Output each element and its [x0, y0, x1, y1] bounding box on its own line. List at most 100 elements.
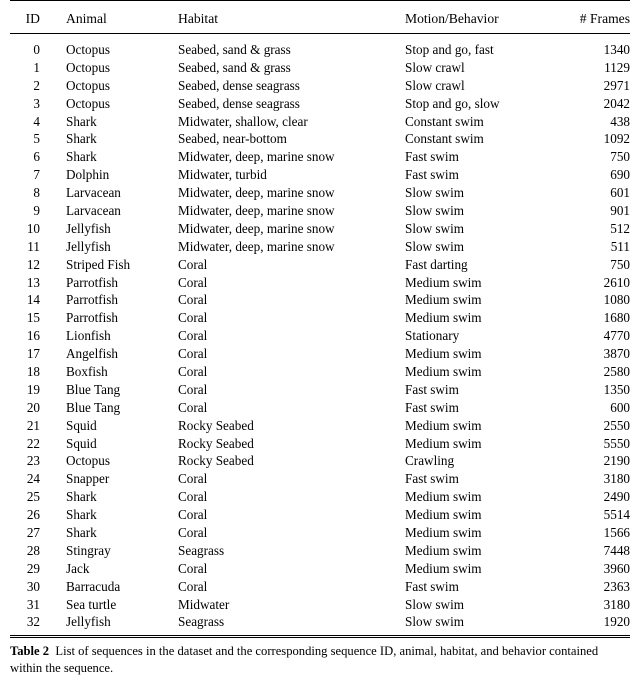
cell-habitat: Coral: [178, 471, 208, 487]
cell-frames: 3960: [603, 560, 630, 576]
cell-id: 17: [26, 346, 40, 362]
cell-habitat: Coral: [178, 328, 208, 344]
cell-gap: [40, 202, 66, 220]
cell-animal: Parrotfish: [66, 310, 119, 326]
cell-habitat: Rocky Seabed: [178, 453, 254, 469]
cell-frames: 2971: [603, 77, 630, 93]
cell-motion: Medium swim: [405, 346, 482, 362]
cell-frames: 512: [610, 220, 630, 236]
cell-animal: Boxfish: [66, 363, 108, 379]
cell-frames: 1340: [603, 41, 630, 57]
cell-frames: 750: [610, 149, 630, 165]
cell-habitat: Seabed, sand & grass: [178, 59, 291, 75]
cell-motion: Fast swim: [405, 399, 459, 415]
cell-animal: Octopus: [66, 95, 110, 111]
cell-animal: Octopus: [66, 41, 110, 57]
cell-gap: [40, 398, 66, 416]
cell-motion: Medium swim: [405, 560, 482, 576]
cell-habitat: Rocky Seabed: [178, 417, 254, 433]
cell-habitat: Midwater, deep, marine snow: [178, 202, 335, 218]
cell-animal: Shark: [66, 507, 97, 523]
cell-animal: Blue Tang: [66, 399, 121, 415]
cell-gap: [40, 327, 66, 345]
cell-gap: [40, 595, 66, 613]
cell-id: 0: [33, 41, 40, 57]
cell-frames: 438: [610, 113, 630, 129]
cell-id: 27: [26, 524, 40, 540]
table-row: 27 Shark Coral Medium swim 1566: [10, 524, 630, 542]
cell-motion: Slow swim: [405, 185, 464, 201]
cell-gap: [40, 345, 66, 363]
cell-id: 30: [26, 578, 40, 594]
cell-habitat: Rocky Seabed: [178, 435, 254, 451]
cell-habitat: Coral: [178, 578, 208, 594]
cell-animal: Shark: [66, 524, 97, 540]
cell-gap: [40, 58, 66, 76]
cell-frames: 2610: [603, 274, 630, 290]
cell-frames: 5550: [603, 435, 630, 451]
table-header-row: ID Animal Habitat Motion/Behavior # Fram…: [10, 6, 630, 33]
cell-gap: [40, 76, 66, 94]
cell-frames: 2363: [603, 578, 630, 594]
cell-gap: [40, 452, 66, 470]
cell-frames: 2042: [603, 95, 630, 111]
cell-gap: [40, 381, 66, 399]
cell-id: 26: [26, 507, 40, 523]
cell-motion: Medium swim: [405, 435, 482, 451]
table-row: 29 Jack Coral Medium swim 3960: [10, 559, 630, 577]
cell-id: 15: [26, 310, 40, 326]
cell-id: 10: [26, 220, 40, 236]
cell-id: 11: [27, 238, 40, 254]
cell-id: 4: [33, 113, 40, 129]
cell-id: 8: [33, 185, 40, 201]
table-row: 21 Squid Rocky Seabed Medium swim 2550: [10, 416, 630, 434]
cell-habitat: Coral: [178, 310, 208, 326]
cell-animal: Shark: [66, 489, 97, 505]
cell-animal: Parrotfish: [66, 274, 119, 290]
table-row: 1 Octopus Seabed, sand & grass Slow crawl 11…: [10, 58, 630, 76]
cell-motion: Medium swim: [405, 542, 482, 558]
table-header: ID Animal Habitat Motion/Behavior # Fram…: [10, 0, 630, 34]
cell-animal: Octopus: [66, 59, 110, 75]
cell-motion: Slow swim: [405, 202, 464, 218]
cell-gap: [40, 542, 66, 560]
sequences-table: ID Animal Habitat Motion/Behavior # Fram…: [10, 0, 630, 635]
cell-gap: [40, 363, 66, 381]
cell-animal: Jack: [66, 560, 90, 576]
cell-habitat: Coral: [178, 524, 208, 540]
cell-habitat: Coral: [178, 489, 208, 505]
cell-animal: Angelfish: [66, 346, 119, 362]
body-spacer-top: [10, 34, 630, 41]
cell-habitat: Seabed, near-bottom: [178, 131, 287, 147]
header-gap: [40, 6, 66, 33]
cell-id: 31: [26, 596, 40, 612]
cell-habitat: Coral: [178, 507, 208, 523]
cell-frames: 1080: [603, 292, 630, 308]
cell-motion: Slow crawl: [405, 77, 465, 93]
cell-habitat: Midwater, deep, marine snow: [178, 220, 335, 236]
table-row: 7 Dolphin Midwater, turbid Fast swim 690: [10, 166, 630, 184]
cell-gap: [40, 166, 66, 184]
cell-id: 22: [26, 435, 40, 451]
table-caption: Table 2 List of sequences in the dataset…: [10, 643, 630, 677]
table-page: ID Animal Habitat Motion/Behavior # Fram…: [0, 0, 640, 700]
table-row: 18 Boxfish Coral Medium swim 2580: [10, 363, 630, 381]
cell-gap: [40, 273, 66, 291]
cell-motion: Fast swim: [405, 167, 459, 183]
cell-frames: 2550: [603, 417, 630, 433]
table-row: 25 Shark Coral Medium swim 2490: [10, 488, 630, 506]
cell-habitat: Coral: [178, 346, 208, 362]
cell-frames: 1350: [603, 381, 630, 397]
cell-motion: Fast swim: [405, 471, 459, 487]
table-row: 28 Stingray Seagrass Medium swim 7448: [10, 542, 630, 560]
cell-habitat: Midwater, deep, marine snow: [178, 238, 335, 254]
column-header-motion: Motion/Behavior: [405, 11, 499, 26]
cell-frames: 511: [610, 238, 630, 254]
column-header-animal: Animal: [66, 11, 107, 26]
cell-motion: Medium swim: [405, 417, 482, 433]
cell-motion: Slow swim: [405, 238, 464, 254]
cell-animal: Jellyfish: [66, 614, 111, 630]
cell-gap: [40, 94, 66, 112]
caption-text: List of sequences in the dataset and the…: [10, 644, 599, 676]
cell-id: 1: [33, 59, 40, 75]
